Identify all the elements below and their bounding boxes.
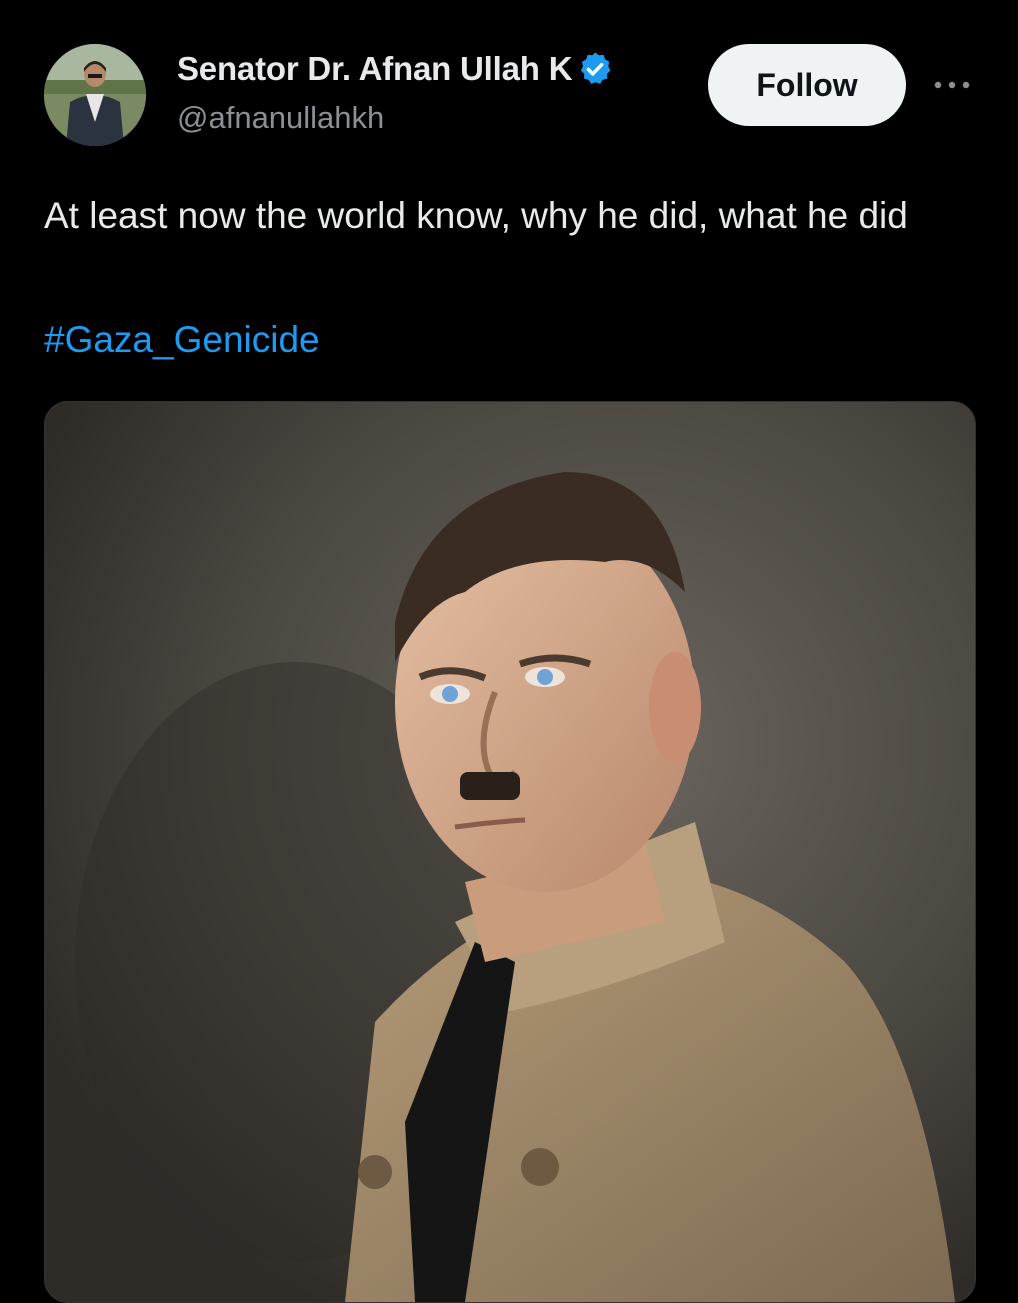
author-name-text[interactable]: Senator Dr. Afnan Ullah K xyxy=(177,50,573,88)
author-avatar[interactable] xyxy=(44,44,146,146)
verified-badge-icon xyxy=(576,50,614,88)
follow-button[interactable]: Follow xyxy=(708,44,906,126)
hashtag-link[interactable]: #Gaza_Genicide xyxy=(44,310,320,370)
more-options-icon[interactable] xyxy=(930,70,974,100)
author-display-name[interactable]: Senator Dr. Afnan Ullah K xyxy=(177,50,614,88)
author-handle[interactable]: @afnanullahkh xyxy=(177,100,384,136)
tweet-media-image[interactable] xyxy=(44,401,976,1303)
tweet-text: At least now the world know, why he did,… xyxy=(44,195,908,236)
